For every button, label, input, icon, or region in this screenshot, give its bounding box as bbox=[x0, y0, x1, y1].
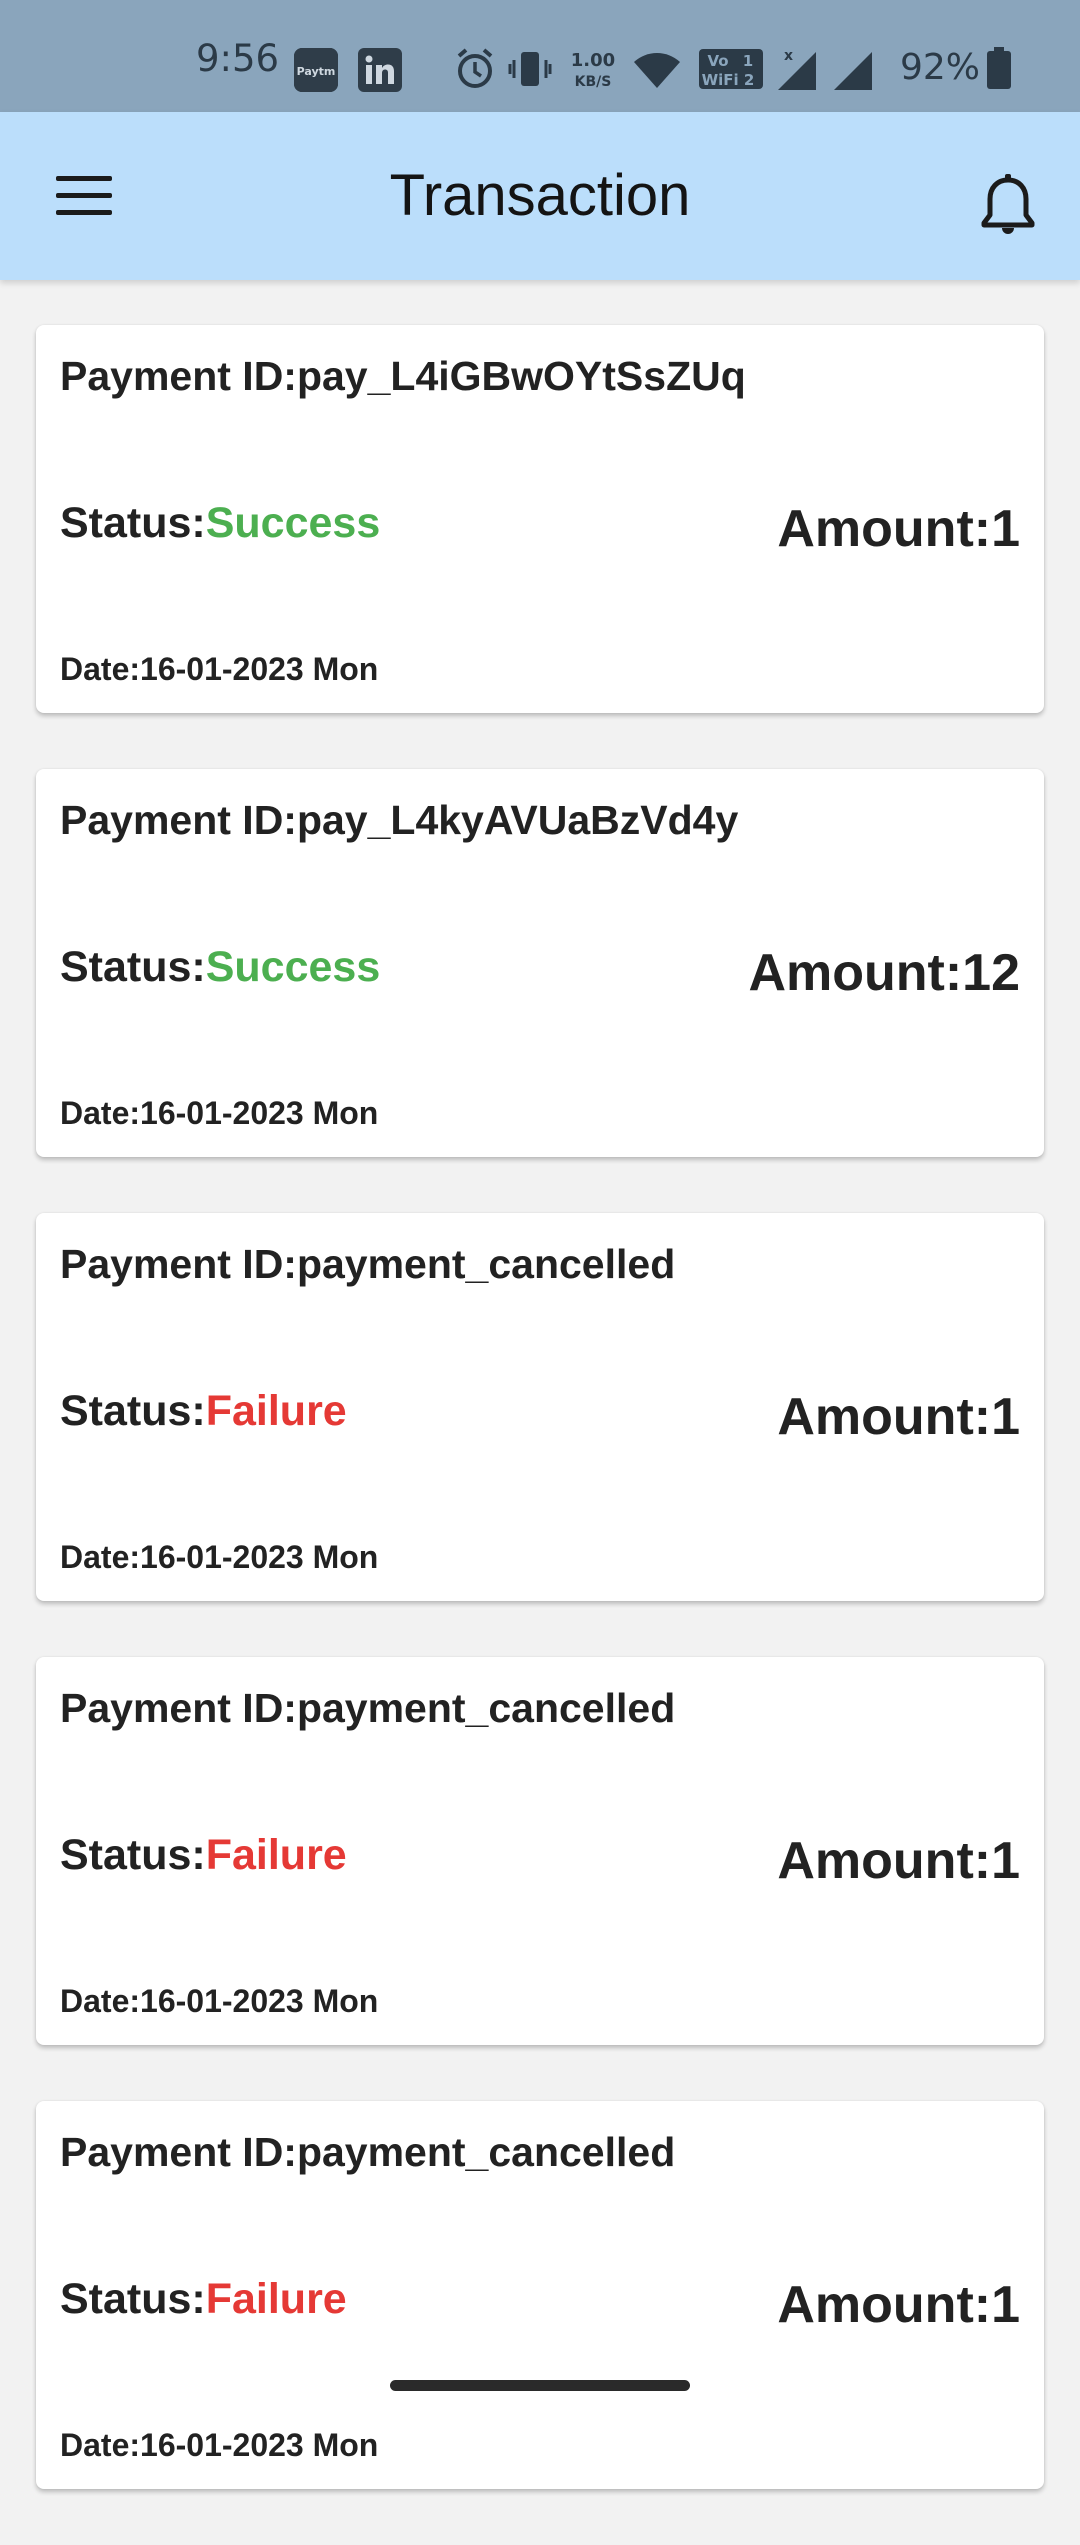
date: Date:16-01-2023 Mon bbox=[60, 651, 379, 687]
status-label: Status: bbox=[60, 943, 206, 991]
transaction-card[interactable]: Payment ID:pay_L4iGBwOYtSsZUq Status:Suc… bbox=[36, 325, 1044, 713]
svg-text:1: 1 bbox=[743, 52, 753, 70]
status-label: Status: bbox=[60, 2275, 206, 2323]
amount: Amount:12 bbox=[748, 944, 1020, 1002]
hamburger-menu-icon[interactable] bbox=[42, 166, 126, 226]
status-row: Status:Success bbox=[60, 943, 380, 992]
transaction-card[interactable]: Payment ID:payment_cancelled Status:Fail… bbox=[36, 2101, 1044, 2489]
status-row: Status:Success bbox=[60, 499, 380, 548]
status-row: Status:Failure bbox=[60, 1387, 347, 1436]
status-label: Status: bbox=[60, 499, 206, 547]
date: Date:16-01-2023 Mon bbox=[60, 1095, 379, 1131]
paytm-icon: Paytm bbox=[294, 48, 338, 92]
status-row: Status:Failure bbox=[60, 2275, 347, 2324]
transaction-card[interactable]: Payment ID:payment_cancelled Status:Fail… bbox=[36, 1657, 1044, 2045]
date: Date:16-01-2023 Mon bbox=[60, 1983, 379, 2019]
signal-icon: x bbox=[778, 48, 816, 90]
page-title: Transaction bbox=[389, 163, 691, 228]
linkedin-icon bbox=[358, 48, 402, 92]
status-bar-time: 9:56 bbox=[196, 37, 280, 80]
vibrate-icon bbox=[508, 52, 552, 86]
status-value: Success bbox=[205, 943, 381, 991]
svg-text:Paytm: Paytm bbox=[297, 65, 336, 78]
payment-id: Payment ID:pay_L4iGBwOYtSsZUq bbox=[60, 353, 746, 399]
net-speed-value: 1.00 bbox=[571, 50, 615, 71]
status-label: Status: bbox=[60, 1387, 206, 1435]
app-bar: Transaction bbox=[0, 112, 1080, 280]
home-indicator[interactable] bbox=[390, 2380, 690, 2391]
amount: Amount:1 bbox=[777, 2276, 1020, 2334]
status-value: Success bbox=[205, 499, 381, 547]
status-label: Status: bbox=[60, 1831, 206, 1879]
alarm-icon bbox=[457, 48, 493, 88]
status-bar: 9:56 Paytm 1.00 KB/S Vo 1 WiFi 2 x 92% bbox=[0, 0, 1080, 112]
wifi-icon bbox=[634, 53, 680, 88]
network-speed-icon: 1.00 KB/S bbox=[571, 50, 615, 90]
battery-icon bbox=[987, 47, 1011, 89]
payment-id: Payment ID:payment_cancelled bbox=[60, 2129, 676, 2175]
payment-id: Payment ID:payment_cancelled bbox=[60, 1685, 676, 1731]
bell-icon[interactable] bbox=[966, 164, 1050, 248]
battery-percent: 92% bbox=[900, 47, 981, 88]
status-value: Failure bbox=[205, 2275, 347, 2323]
status-value: Failure bbox=[205, 1387, 347, 1435]
svg-text:x: x bbox=[784, 48, 793, 64]
transaction-card[interactable]: Payment ID:payment_cancelled Status:Fail… bbox=[36, 1213, 1044, 1601]
payment-id: Payment ID:pay_L4kyAVUaBzVd4y bbox=[60, 797, 739, 843]
amount: Amount:1 bbox=[777, 1832, 1020, 1890]
amount: Amount:1 bbox=[777, 1388, 1020, 1446]
date: Date:16-01-2023 Mon bbox=[60, 2427, 379, 2463]
date: Date:16-01-2023 Mon bbox=[60, 1539, 379, 1575]
svg-text:Vo: Vo bbox=[707, 52, 728, 70]
payment-id: Payment ID:payment_cancelled bbox=[60, 1241, 676, 1287]
status-value: Failure bbox=[205, 1831, 347, 1879]
amount: Amount:1 bbox=[777, 500, 1020, 558]
status-row: Status:Failure bbox=[60, 1831, 347, 1880]
signal-icon bbox=[834, 52, 872, 90]
vowifi-icon: Vo 1 WiFi 2 bbox=[699, 49, 763, 89]
transaction-card[interactable]: Payment ID:pay_L4kyAVUaBzVd4y Status:Suc… bbox=[36, 769, 1044, 1157]
net-speed-unit: KB/S bbox=[575, 74, 612, 90]
svg-text:WiFi 2: WiFi 2 bbox=[702, 71, 755, 89]
transaction-list: Payment ID:pay_L4iGBwOYtSsZUq Status:Suc… bbox=[36, 325, 1044, 2545]
